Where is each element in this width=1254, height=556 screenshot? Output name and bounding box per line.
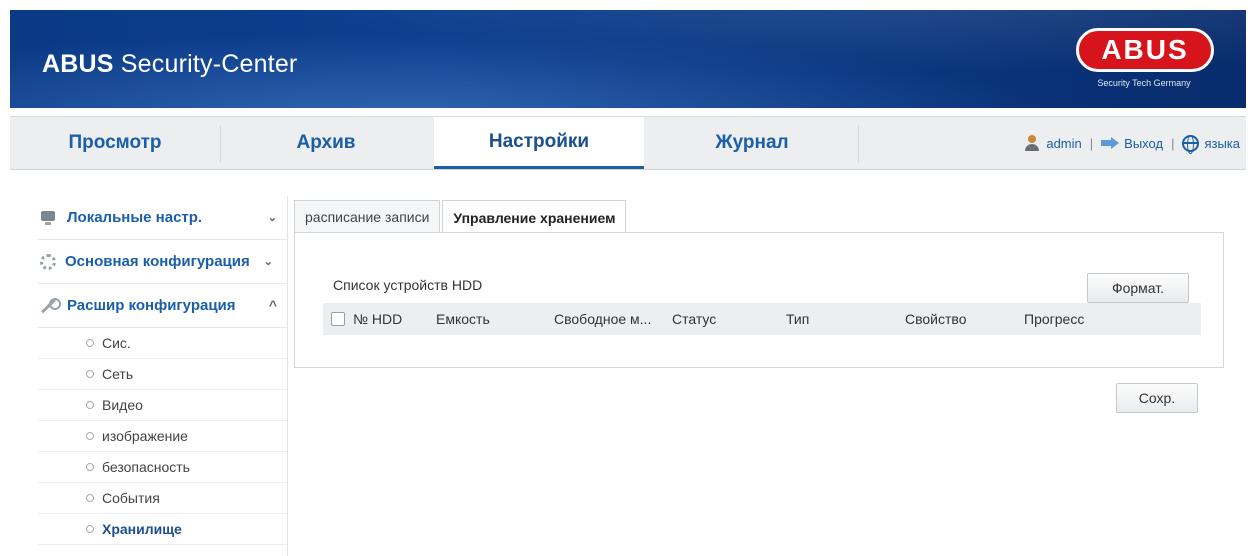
monitor-icon — [40, 210, 58, 226]
settings-sidebar: Локальные настр. ⌄ Основная конфигурация… — [38, 196, 288, 556]
column-hdd-number[interactable]: № HDD — [353, 303, 402, 335]
logo-tagline: Security Tech Germany — [1097, 78, 1191, 88]
sidebar-item-video[interactable]: Видео — [38, 390, 287, 421]
globe-icon[interactable] — [1182, 134, 1200, 154]
wrench-icon — [40, 297, 61, 314]
hdd-list-title: Список устройств HDD — [333, 277, 483, 293]
chevron-down-icon[interactable]: ⌄ — [264, 255, 273, 268]
chevron-up-icon[interactable]: ^ — [269, 297, 277, 313]
nav-tab-live-view[interactable]: Просмотр — [10, 117, 220, 169]
abus-logo: ABUS Security Tech Germany — [1064, 24, 1224, 96]
column-property[interactable]: Свойство — [905, 303, 966, 335]
select-all-checkbox[interactable] — [331, 303, 345, 335]
column-progress[interactable]: Прогресс — [1024, 303, 1084, 335]
chevron-down-icon[interactable]: ⌄ — [268, 211, 277, 224]
sidebar-section-basic-config[interactable]: Основная конфигурация ⌄ — [38, 240, 287, 284]
sidebar-item-network[interactable]: Сеть — [38, 359, 287, 390]
language-link[interactable]: языка — [1204, 136, 1240, 151]
nav-tab-settings[interactable]: Настройки — [434, 117, 644, 169]
sidebar-item-image[interactable]: изображение — [38, 421, 287, 452]
nav-tab-log[interactable]: Журнал — [646, 117, 858, 169]
header-banner: ABUS Security-Center ABUS Security Tech … — [10, 10, 1246, 108]
format-button[interactable]: Формат. — [1087, 273, 1189, 303]
nav-divider — [858, 125, 859, 163]
sidebar-section-label: Основная конфигурация — [65, 253, 250, 270]
logo-wordmark: ABUS — [1076, 28, 1214, 72]
app-title: ABUS Security-Center — [42, 50, 297, 79]
user-area: admin | Выход | языка — [1024, 117, 1240, 169]
sidebar-item-security[interactable]: безопасность — [38, 452, 287, 483]
column-type[interactable]: Тип — [786, 303, 809, 335]
storage-panel: Список устройств HDD Формат. № HDD Емкос… — [294, 232, 1224, 368]
sidebar-item-system[interactable]: Сис. — [38, 328, 287, 359]
sidebar-section-advanced-config[interactable]: Расшир конфигурация ^ — [38, 284, 287, 328]
column-free-space[interactable]: Свободное м... — [554, 303, 651, 335]
user-icon — [1024, 135, 1040, 151]
tab-record-schedule[interactable]: расписание записи — [294, 200, 441, 233]
language-separator: | — [1171, 135, 1175, 151]
sidebar-item-events[interactable]: События — [38, 483, 287, 514]
sidebar-section-label: Локальные настр. — [67, 209, 203, 226]
gear-icon — [40, 253, 56, 270]
logout-link[interactable]: Выход — [1124, 136, 1163, 151]
column-capacity[interactable]: Емкость — [436, 303, 490, 335]
sidebar-section-local[interactable]: Локальные настр. ⌄ — [38, 196, 287, 240]
user-name[interactable]: admin — [1046, 136, 1081, 151]
app-title-rest: Security-Center — [113, 50, 298, 78]
app-title-brand: ABUS — [42, 50, 114, 78]
main-nav: Просмотр Архив Настройки Журнал admin | … — [10, 116, 1246, 170]
tab-storage-management[interactable]: Управление хранением — [442, 200, 627, 234]
user-separator: | — [1089, 135, 1094, 151]
save-button[interactable]: Сохр. — [1116, 383, 1198, 413]
sidebar-item-storage[interactable]: Хранилище — [38, 514, 287, 545]
nav-tab-archive[interactable]: Архив — [220, 117, 432, 169]
column-status[interactable]: Статус — [672, 303, 716, 335]
hdd-table-header: № HDD Емкость Свободное м... Статус Тип … — [323, 303, 1201, 335]
logout-icon[interactable] — [1101, 137, 1120, 149]
checkbox-box[interactable] — [331, 312, 345, 326]
content-tabs: расписание записи Управление хранением — [294, 200, 628, 234]
sidebar-section-label: Расшир конфигурация — [67, 297, 236, 314]
